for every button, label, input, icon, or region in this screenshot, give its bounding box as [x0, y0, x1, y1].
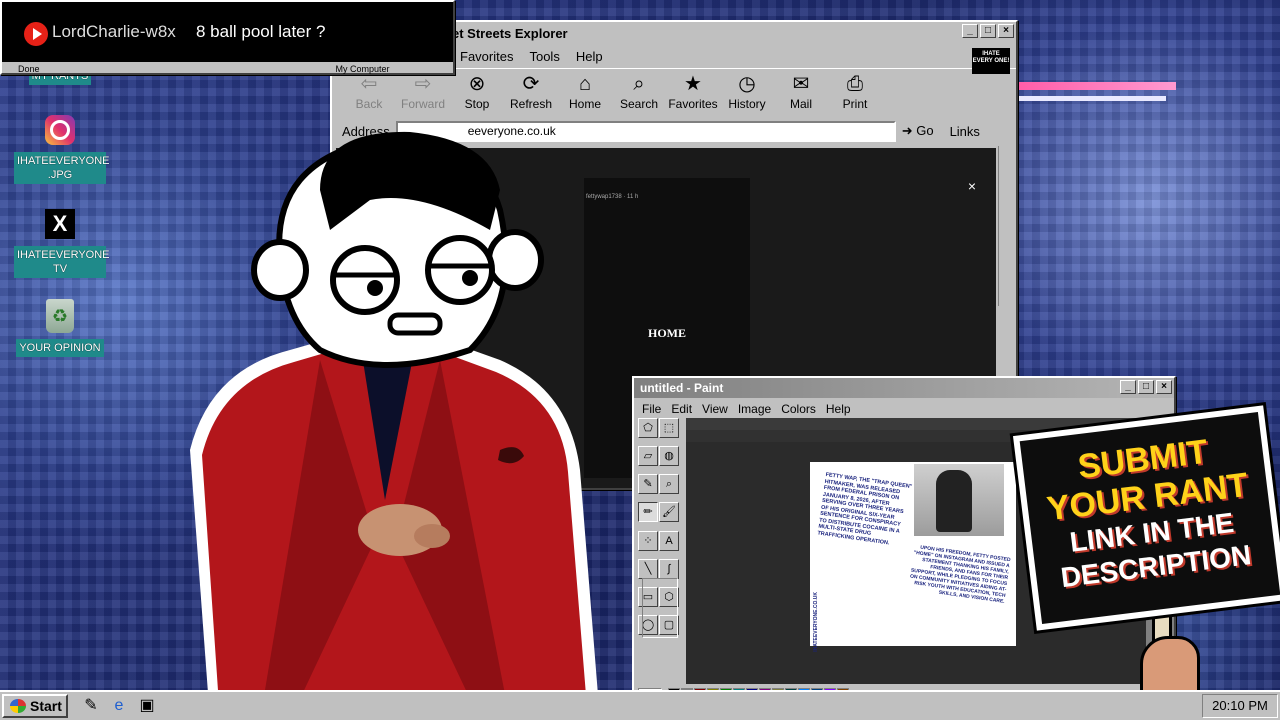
- status-text: Done: [18, 64, 40, 74]
- x-logo-icon: X: [42, 206, 78, 242]
- window-title: et Streets Explorer: [452, 26, 568, 41]
- close-icon[interactable]: ×: [968, 178, 976, 194]
- favorites-icon: ★: [684, 73, 702, 95]
- menu-file[interactable]: File: [642, 398, 661, 420]
- youtube-icon: [24, 22, 48, 46]
- tool-options[interactable]: [642, 578, 678, 638]
- stop-icon: ⊗: [468, 73, 486, 95]
- go-button[interactable]: ➜ Go: [902, 123, 934, 139]
- desktop-icon[interactable]: ▣: [136, 695, 158, 717]
- taskbar: Start ✎ e ▣ 20:10 PM: [0, 690, 1280, 720]
- line-icon[interactable]: ╲: [638, 558, 658, 579]
- maximize-button[interactable]: □: [1138, 380, 1154, 394]
- links-button[interactable]: Links: [950, 124, 980, 139]
- mail-button[interactable]: ✉ Mail: [774, 69, 828, 118]
- favorites-button[interactable]: ★ Favorites: [666, 69, 720, 118]
- rect-select-icon[interactable]: ⬚: [659, 418, 679, 438]
- curve-icon[interactable]: ∫: [659, 558, 679, 579]
- article-text: UPON HIS FREEDOM, FETTY POSTED "HOME" ON…: [909, 544, 1011, 605]
- desktop-icon-ihateeveryone-tv[interactable]: X IHATEEVERYONE TV: [12, 206, 110, 278]
- history-button[interactable]: ◷ History: [720, 69, 774, 118]
- rant-sign: SUBMIT YOUR RANT LINK IN THE DESCRIPTION: [1012, 405, 1280, 631]
- search-icon: ⌕: [633, 73, 645, 95]
- brand-logo: IHATE EVERY ONE!: [972, 48, 1010, 74]
- notification-message: 8 ball pool later ?: [196, 22, 326, 41]
- status-zone: My Computer: [335, 64, 390, 74]
- desktop-icon-label: YOUR OPINION: [16, 339, 104, 357]
- start-button[interactable]: Start: [2, 694, 68, 718]
- status-bar: Done My Computer: [2, 62, 453, 77]
- refresh-button[interactable]: ⟳ Refresh: [504, 69, 558, 118]
- menu-edit[interactable]: Edit: [671, 398, 692, 420]
- eraser-icon[interactable]: ▱: [638, 446, 658, 467]
- history-icon: ◷: [738, 73, 756, 95]
- chat-notification[interactable]: LordCharlie-w8x 8 ball pool later ?: [2, 2, 453, 62]
- print-button[interactable]: ⎙ Print: [828, 69, 882, 118]
- menu-image[interactable]: Image: [738, 398, 771, 420]
- desktop-icon-your-opinion[interactable]: ♻ YOUR OPINION: [12, 298, 108, 357]
- menu-favorites[interactable]: Favorites: [460, 46, 513, 68]
- magazine-page: FETTY WAP, THE "TRAP QUEEN" HITMAKER, WA…: [810, 462, 1016, 652]
- article-text: FETTY WAP, THE "TRAP QUEEN" HITMAKER, WA…: [817, 472, 913, 546]
- internet-explorer-icon[interactable]: e: [108, 695, 130, 717]
- desktop-icon-ihateeveryone-jpg[interactable]: IHATEEVERYONE .JPG: [12, 112, 110, 184]
- menu-colors[interactable]: Colors: [781, 398, 816, 420]
- free-select-icon[interactable]: ⬠: [638, 418, 658, 438]
- print-icon: ⎙: [847, 73, 863, 95]
- close-button[interactable]: ×: [1156, 380, 1172, 394]
- menu-view[interactable]: View: [702, 398, 728, 420]
- mail-icon: ✉: [792, 73, 810, 95]
- maximize-button[interactable]: □: [980, 24, 996, 38]
- minimize-button[interactable]: _: [962, 24, 978, 38]
- minimize-button[interactable]: _: [1120, 380, 1136, 394]
- close-button[interactable]: ×: [998, 24, 1014, 38]
- notepad-icon[interactable]: ✎: [80, 695, 102, 717]
- article-side-text: IHATEEVERYONE.CO.UK: [813, 592, 819, 652]
- cartoon-character: [190, 131, 600, 720]
- decorative-stripe: [1016, 82, 1176, 90]
- cartoon-head: [251, 131, 544, 368]
- instagram-icon: [42, 112, 78, 148]
- search-button[interactable]: ⌕ Search: [612, 69, 666, 118]
- color-picker-icon[interactable]: ✎: [638, 474, 658, 495]
- home-icon: ⌂: [578, 73, 592, 95]
- menu-help[interactable]: Help: [576, 46, 603, 68]
- brush-icon[interactable]: 🖌: [659, 502, 679, 523]
- windows-logo-icon: [10, 699, 26, 713]
- desktop-icon-label: IHATEEVERYONE TV: [14, 246, 110, 278]
- desktop-icon-label: IHATEEVERYONE .JPG: [14, 152, 110, 184]
- menu-help[interactable]: Help: [826, 398, 851, 420]
- stop-button[interactable]: ⊗ Stop: [450, 69, 504, 118]
- magnifier-icon[interactable]: ⌕: [659, 474, 679, 495]
- notification-username: LordCharlie-w8x: [52, 22, 176, 41]
- vertical-scrollbar[interactable]: [998, 146, 1016, 306]
- refresh-icon: ⟳: [522, 73, 540, 95]
- article-photo: [914, 464, 1004, 536]
- home-button[interactable]: ⌂ Home: [558, 69, 612, 118]
- story-caption: HOME: [648, 326, 686, 340]
- paint-menubar: File Edit View Image Colors Help: [634, 398, 1174, 420]
- menu-tools[interactable]: Tools: [529, 46, 559, 68]
- notification-window[interactable]: LordCharlie-w8x 8 ball pool later ? Done…: [0, 0, 455, 75]
- system-clock: 20:10 PM: [1202, 694, 1278, 718]
- airbrush-icon[interactable]: ⁘: [638, 530, 658, 551]
- decorative-stripe: [1016, 96, 1166, 101]
- window-title: untitled - Paint: [640, 381, 724, 395]
- quick-launch: ✎ e ▣: [80, 695, 158, 717]
- text-icon[interactable]: A: [659, 530, 679, 551]
- pencil-icon[interactable]: ✏: [638, 502, 658, 523]
- recycle-bin-icon: ♻: [42, 298, 78, 334]
- fill-icon[interactable]: ◍: [659, 446, 679, 467]
- paint-titlebar[interactable]: untitled - Paint _ □ ×: [634, 378, 1174, 398]
